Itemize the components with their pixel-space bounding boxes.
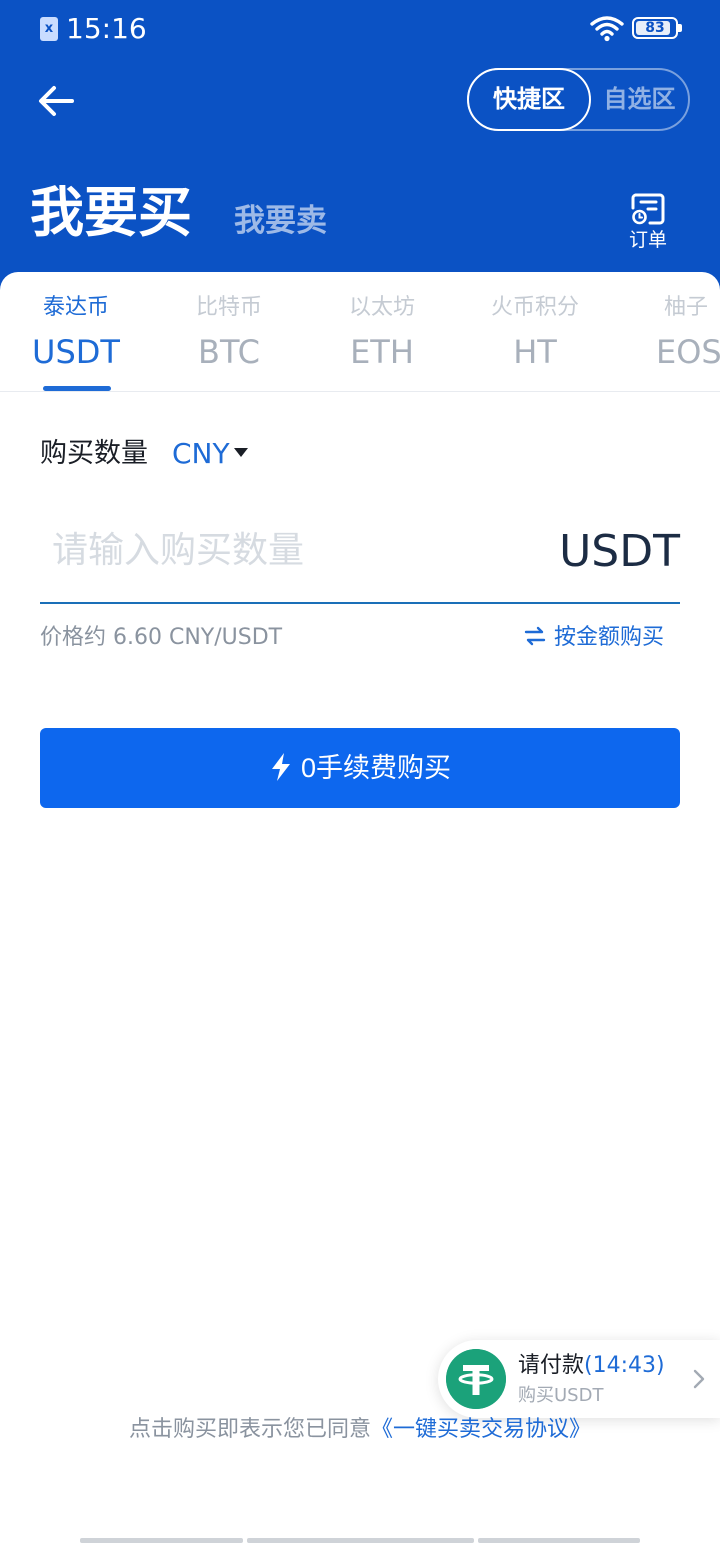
- quantity-label: 购买数量: [40, 438, 148, 469]
- currency-value: CNY: [172, 437, 230, 470]
- swap-icon: [524, 626, 546, 646]
- coin-tab-btc[interactable]: 比特币 BTC: [176, 272, 282, 391]
- input-underline: [40, 602, 680, 604]
- buy-by-amount-link[interactable]: 按金额购买: [524, 620, 664, 656]
- orders-icon[interactable]: [630, 192, 666, 226]
- coin-tab-usdt[interactable]: 泰达币 USDT: [24, 272, 128, 391]
- page: x 15:16 83 快捷区 自选区 我要买 我要卖 订单 泰达币 USDT 比…: [0, 0, 720, 1544]
- gesture-bar: [247, 1538, 474, 1543]
- back-arrow-icon[interactable]: [32, 78, 80, 124]
- gesture-bar: [80, 1538, 243, 1543]
- agreement-text: 点击购买即表示您已同意《一键买卖交易协议》: [0, 1412, 720, 1448]
- tab-quick-zone[interactable]: 快捷区: [467, 68, 591, 131]
- agreement-link[interactable]: 《一键买卖交易协议》: [371, 1417, 591, 1442]
- coin-tab-cn-name: 以太坊: [348, 295, 415, 320]
- coin-tab-symbol: EOS: [656, 333, 720, 371]
- tether-icon: [446, 1349, 506, 1409]
- orders-label[interactable]: 订单: [622, 226, 674, 254]
- status-time: 15:16: [66, 12, 147, 45]
- price-hint: 价格约 6.60 CNY/USDT: [40, 625, 283, 650]
- pay-title: 请付款(14:43): [518, 1350, 665, 1382]
- coin-tab-symbol: HT: [513, 333, 557, 371]
- coin-tab-cn-name: 泰达币: [42, 295, 109, 320]
- coin-tab-symbol: ETH: [350, 333, 414, 371]
- unit-label: USDT: [559, 526, 680, 577]
- buy-button-label: 0手续费购买: [300, 753, 452, 783]
- zone-segmented-control: 快捷区 自选区: [467, 68, 690, 131]
- buy-by-amount-label: 按金额购买: [553, 625, 664, 650]
- chevron-right-icon: [693, 1369, 705, 1389]
- header: x 15:16 83 快捷区 自选区 我要买 我要卖 订单: [0, 0, 720, 300]
- pay-title-text: 请付款: [518, 1353, 585, 1378]
- active-tab-indicator: [43, 386, 111, 391]
- sim-icon: x: [40, 17, 58, 41]
- caret-down-icon: [233, 447, 248, 457]
- status-bar: x 15:16 83: [0, 0, 720, 58]
- zero-fee-buy-button[interactable]: 0手续费购买: [40, 728, 680, 808]
- coin-tab-cn-name: 比特币: [195, 295, 262, 320]
- battery-level: 83: [645, 20, 665, 36]
- wifi-icon: [590, 16, 624, 42]
- amount-input[interactable]: [40, 515, 560, 585]
- coin-tabs: 泰达币 USDT 比特币 BTC 以太坊 ETH 火币积分 HT 柚子 EOS: [0, 272, 720, 392]
- tab-custom-zone[interactable]: 自选区: [591, 70, 688, 129]
- coin-tab-cn-name: 柚子: [664, 295, 709, 320]
- coin-tab-eos[interactable]: 柚子 EOS: [654, 272, 720, 391]
- coin-tab-symbol: USDT: [32, 333, 120, 371]
- tab-buy[interactable]: 我要买: [30, 178, 192, 248]
- agreement-prefix: 点击购买即表示您已同意: [128, 1417, 371, 1442]
- coin-tab-ht[interactable]: 火币积分 HT: [478, 272, 592, 391]
- coin-tab-cn-name: 火币积分: [490, 295, 579, 320]
- lightning-icon: [271, 752, 290, 781]
- coin-tab-symbol: BTC: [198, 333, 260, 371]
- battery-icon: 83: [632, 17, 682, 39]
- pending-payment-widget[interactable]: 请付款(14:43) 购买USDT: [438, 1340, 720, 1418]
- currency-select[interactable]: CNY: [172, 434, 248, 474]
- coin-tab-eth[interactable]: 以太坊 ETH: [330, 272, 434, 391]
- gesture-bar: [478, 1538, 640, 1543]
- tab-sell[interactable]: 我要卖: [234, 198, 327, 244]
- pay-subtitle: 购买USDT: [518, 1385, 604, 1406]
- pay-countdown: (14:43): [584, 1353, 665, 1378]
